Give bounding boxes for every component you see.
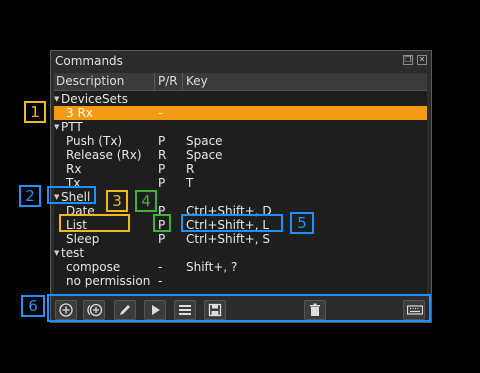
command-description: Sleep [66,232,100,246]
command-pr: - [158,106,163,120]
command-description: no permission [66,274,151,288]
column-divider[interactable] [154,73,155,90]
tree-row[interactable]: no permission - [54,274,427,288]
command-key: Ctrl+Shift+, S [186,232,270,246]
expand-arrow-icon[interactable]: ▼ [54,246,59,260]
command-pr: P [158,176,166,190]
close-icon[interactable]: ✕ [417,55,427,65]
command-key: T [186,176,194,190]
tree-row-selected[interactable]: 3 Rx - [54,106,427,120]
group-label: test [61,246,85,260]
command-pr: - [158,260,163,274]
command-description: Rx [66,162,82,176]
column-divider[interactable] [182,73,183,90]
tree-row[interactable]: Rx P R [54,162,427,176]
command-pr: P [158,232,166,246]
callout-3: 3 [106,190,128,212]
command-key: Space [186,134,223,148]
highlight-pr [153,214,171,232]
command-key: R [186,162,195,176]
col-pr[interactable]: P/R [158,74,178,88]
window-title: Commands [55,54,123,68]
callout-5: 5 [290,212,314,234]
command-pr: P [158,162,166,176]
tree-row[interactable]: Tx P T [54,176,427,190]
group-label: PTT [61,120,83,134]
command-pr: P [158,134,166,148]
tree-group-devicesets[interactable]: ▼ DeviceSets [54,92,427,106]
tree-header: Description P/R Key [54,73,427,91]
tree-row[interactable]: compose - Shift+, ? [54,260,427,274]
group-label: DeviceSets [61,92,128,106]
command-description: Push (Tx) [66,134,123,148]
highlight-description [59,214,130,232]
commands-window: Commands ❐ ✕ Description P/R Key ▼ Devic… [50,50,432,323]
float-icon[interactable]: ❐ [403,55,413,65]
tree-row[interactable]: Release (Rx) R Space [54,148,427,162]
command-key: Shift+, ? [186,260,238,274]
col-key[interactable]: Key [186,74,208,88]
command-pr: - [158,274,163,288]
callout-1: 1 [24,101,46,123]
command-pr: R [158,148,167,162]
title-bar: Commands ❐ ✕ [51,51,431,71]
command-description: 3 Rx [66,106,93,120]
expand-arrow-icon[interactable]: ▼ [54,92,59,106]
expand-arrow-icon[interactable]: ▼ [54,120,59,134]
command-description: Release (Rx) [66,148,142,162]
highlight-shell-group [47,186,96,204]
tree-row[interactable]: Sleep P Ctrl+Shift+, S [54,232,427,246]
tree-row[interactable]: Push (Tx) P Space [54,134,427,148]
highlight-key [181,214,283,232]
callout-6: 6 [21,295,45,317]
command-key: Space [186,148,223,162]
col-description[interactable]: Description [56,74,124,88]
tree-group-test[interactable]: ▼ test [54,246,427,260]
highlight-toolbar [47,294,431,322]
callout-4: 4 [135,190,157,212]
tree-group-ptt[interactable]: ▼ PTT [54,120,427,134]
commands-tree: Description P/R Key ▼ DeviceSets 3 Rx - … [54,73,427,295]
callout-2: 2 [19,185,41,207]
command-description: compose [66,260,121,274]
